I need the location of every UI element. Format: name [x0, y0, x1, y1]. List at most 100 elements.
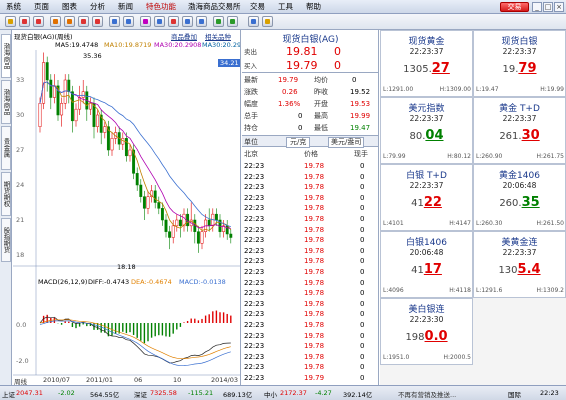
left-tab-bohai-2[interactable]: 渤海商品 [1, 80, 11, 124]
macd-y-0: 0.0 [16, 321, 27, 329]
print-icon[interactable] [262, 16, 273, 27]
quote-tile[interactable]: 美元指数 22:23:37 80.04 L:79.99 H:80.12 [380, 97, 473, 164]
quote-panel: 现货白银(AG) 卖出 19.81 0 买入 19.79 0 最新 19.79 … [242, 30, 379, 385]
menu-tools[interactable]: 工具 [278, 1, 293, 13]
left-tab-bohai-1[interactable]: 渤海商品 [1, 34, 11, 78]
tile-panel: 现货黄金 22:23:37 1305.27 L:1291.00 H:1309.00 现货白… [380, 30, 566, 385]
tile-high: H:19.99 [540, 86, 564, 93]
refresh-icon[interactable] [213, 16, 224, 27]
stat-row: 最新 19.79 均价 0 [242, 74, 378, 86]
kline-icon[interactable] [78, 16, 89, 27]
forward-icon[interactable] [33, 16, 44, 27]
quote-tile[interactable]: 现货黄金 22:23:37 1305.27 L:1291.00 H:1309.00 [380, 30, 473, 97]
stat-label: 开盘 [314, 100, 328, 108]
quote-tile[interactable]: 黄金 T+D 22:23:37 261.30 L:260.90 H:261.75 [473, 97, 566, 164]
stat-value: 19.53 [350, 100, 371, 108]
tick-price: 19.79 [304, 374, 325, 382]
candle-body [142, 196, 146, 209]
stat-label: 均价 [314, 76, 328, 84]
left-tab-index-futures[interactable]: 股指期货 [1, 218, 11, 262]
menu-news[interactable]: 新闻 [118, 1, 133, 13]
report-icon[interactable] [123, 16, 134, 27]
menu-system[interactable]: 系统 [6, 1, 21, 13]
menu-chart[interactable]: 图表 [62, 1, 77, 13]
tile-low-high: L:79.99 H:80.12 [383, 153, 471, 160]
left-tab-precious-metal[interactable]: 贵金属 [1, 126, 11, 170]
quote-tile[interactable]: 美黄金连 22:23:37 1305.4 L:1291.6 H:1309.2 [473, 231, 566, 298]
unit-cny-toggle[interactable]: 元/克 [286, 137, 311, 148]
candle-body [200, 231, 204, 244]
unit-usd-toggle[interactable]: 美元/盎司 [328, 137, 365, 148]
candle-body [139, 184, 143, 197]
trade-button[interactable]: 交易 [500, 2, 529, 12]
close-icon[interactable]: × [554, 2, 564, 12]
maximize-icon[interactable]: □ [543, 2, 553, 12]
tile-name: 美黄金连 [501, 238, 538, 248]
x-label-1: 2011/01 [86, 376, 114, 384]
tile-name: 白银 T+D [406, 171, 447, 181]
trend-icon[interactable] [92, 16, 103, 27]
stat-label: 昨收 [314, 88, 328, 96]
tile-name: 现货黄金 [408, 37, 445, 47]
quote-tile[interactable]: 黄金1406 20:06:48 260.35 L:260.30 H:261.50 [473, 164, 566, 231]
menu-analysis[interactable]: 分析 [90, 1, 105, 13]
status-notice[interactable]: 不再有营销及推送... [398, 389, 456, 399]
y-label-24: 24 [16, 181, 25, 189]
tile-time: 22:23:37 [409, 114, 444, 123]
menu-help[interactable]: 帮助 [306, 1, 321, 13]
stat-label: 涨跌 [244, 88, 258, 96]
tile-low-high: L:19.47 H:19.99 [476, 86, 564, 93]
tile-high: H:4147 [449, 220, 471, 227]
stat-value: 0 [298, 124, 303, 132]
stat-value: 0 [298, 112, 303, 120]
low-price-label: 18.18 [117, 263, 136, 271]
sell-row: 卖出 19.81 0 [242, 45, 378, 59]
stat-value: 19.52 [350, 88, 371, 96]
menu-features[interactable]: 特色功能 [146, 1, 176, 13]
home-icon[interactable] [5, 16, 16, 27]
minimize-icon[interactable]: _ [532, 2, 542, 12]
tile-price: 4117 [381, 262, 472, 277]
stat-row: 持仓 0 最低 19.47 [242, 122, 378, 134]
tile-name: 黄金 T+D [499, 104, 540, 114]
chart-canvas [13, 50, 240, 376]
tile-price: 80.04 [381, 128, 472, 143]
alert-icon[interactable] [168, 16, 179, 27]
quote-tile[interactable]: 现货白银 22:23:37 19.79 L:19.47 H:19.99 [473, 30, 566, 97]
menu-trade[interactable]: 交易 [250, 1, 265, 13]
draw-icon[interactable] [154, 16, 165, 27]
candle-body [38, 103, 42, 127]
status-clock: 22:23 [540, 389, 559, 397]
quote-icon[interactable] [50, 16, 61, 27]
zoom-in-icon[interactable] [182, 16, 193, 27]
menu-bohai-exchange[interactable]: 渤海商品交易所 [188, 1, 241, 13]
toolbar [0, 14, 566, 30]
cursor-icon[interactable] [248, 16, 259, 27]
candle-body [124, 138, 128, 157]
buy-row: 买入 19.79 0 [242, 59, 378, 73]
candle-body [128, 149, 132, 157]
candle-body [45, 62, 49, 81]
indicator-icon[interactable] [140, 16, 151, 27]
tick-header-price: 价格 [304, 150, 318, 158]
news-icon[interactable] [109, 16, 120, 27]
quote-tile[interactable]: 白银1406 20:06:48 4117 L:4096 H:4118 [380, 231, 473, 298]
settings-icon[interactable] [227, 16, 238, 27]
buy-label: 买入 [244, 62, 257, 70]
back-icon[interactable] [19, 16, 30, 27]
macd-legend-dea: DEA:-0.4674 [131, 278, 172, 286]
candle-body [135, 173, 139, 186]
candle-body [178, 219, 182, 227]
tile-time: 20:06:48 [502, 181, 537, 190]
chart-icon[interactable] [64, 16, 75, 27]
zoom-out-icon[interactable] [196, 16, 207, 27]
quote-tile[interactable]: 白银 T+D 22:23:37 4122 L:4101 H:4147 [380, 164, 473, 231]
sell-label: 卖出 [244, 48, 257, 56]
left-tab-futures-options[interactable]: 期货期权 [1, 172, 11, 216]
kline-chart-panel: 现货白银(AG)(周线) MA5:19.4748 MA10:19.8719 MA… [13, 30, 241, 385]
quote-tile[interactable]: 美白银连 22:23:30 1980.0 L:1951.0 H:2000.5 [380, 298, 473, 365]
menu-page[interactable]: 页面 [34, 1, 49, 13]
stat-label: 总手 [244, 112, 258, 120]
tile-price-base: 130 [498, 265, 518, 276]
tick-row: 22:23 19.79 0 [242, 372, 378, 384]
